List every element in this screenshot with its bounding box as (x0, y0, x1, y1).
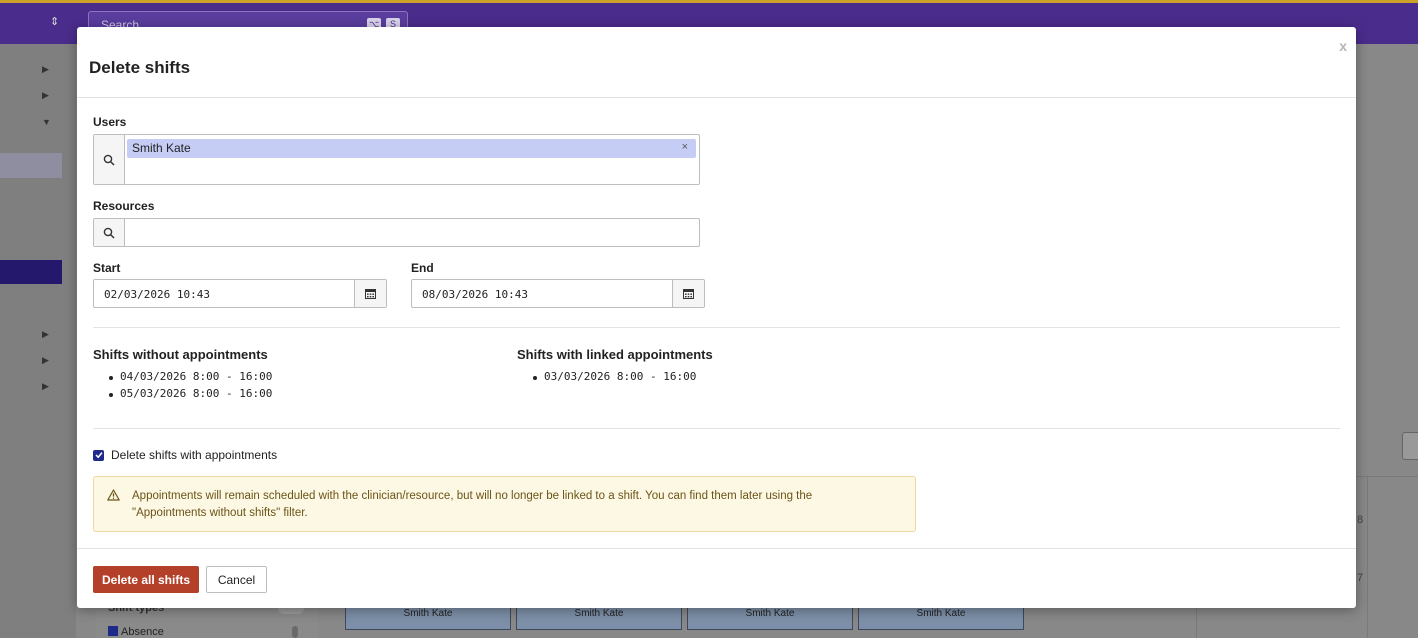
start-label: Start (93, 261, 121, 275)
resources-search-addon (94, 219, 125, 246)
with-appointments-list: 03/03/2026 8:00 - 16:00 (528, 370, 696, 387)
calendar-nav-button[interactable] (1402, 432, 1418, 460)
search-icon (103, 227, 115, 239)
delete-with-appointments-checkbox[interactable] (93, 449, 104, 461)
expand-arrow-icon[interactable]: ▶ (42, 64, 49, 75)
warning-message: Appointments will remain scheduled with … (132, 488, 892, 522)
users-label: Users (93, 115, 127, 129)
end-calendar-button[interactable] (672, 280, 704, 307)
app-sidebar: ▶ ▶ ▼ ▶ ▶ ▶ (0, 44, 76, 638)
checkbox-icon[interactable] (108, 626, 118, 636)
start-date-input[interactable]: 02/03/2026 10:43 (93, 279, 387, 308)
dialog-header: Delete shifts x (77, 27, 1356, 98)
expand-arrow-icon[interactable]: ▶ (42, 381, 49, 392)
with-appointments-heading: Shifts with linked appointments (517, 347, 713, 362)
warning-line-1: Appointments will remain scheduled with … (132, 490, 813, 502)
users-search-addon (94, 135, 125, 184)
resources-field[interactable] (93, 218, 700, 247)
workspace-switcher-icon[interactable]: ⇕ (50, 15, 59, 28)
absence-filter[interactable]: Absence (108, 626, 164, 638)
delete-shifts-dialog: Delete shifts x Users Smith Kate × Resou… (77, 27, 1356, 608)
check-icon (94, 452, 103, 459)
warning-line-2: "Appointments without shifts" filter. (132, 507, 308, 519)
warning-icon (107, 489, 120, 501)
resources-label: Resources (93, 199, 155, 213)
start-date-value: 02/03/2026 10:43 (104, 288, 210, 301)
warning-alert: Appointments will remain scheduled with … (93, 476, 916, 532)
day-number: 7 (1357, 572, 1364, 584)
end-label: End (411, 261, 434, 275)
dialog-footer: Delete all shifts Cancel (77, 548, 1356, 608)
calendar-icon (365, 289, 376, 299)
list-item: 04/03/2026 8:00 - 16:00 (104, 370, 272, 387)
absence-label: Absence (121, 626, 164, 638)
users-field[interactable]: Smith Kate × (93, 134, 700, 185)
dialog-title: Delete shifts (89, 58, 191, 77)
delete-with-appointments-option[interactable]: Delete shifts with appointments (93, 448, 277, 462)
divider (93, 327, 1340, 328)
cancel-button[interactable]: Cancel (206, 566, 267, 593)
delete-all-shifts-button[interactable]: Delete all shifts (93, 566, 199, 593)
delete-with-appointments-label: Delete shifts with appointments (111, 448, 278, 462)
collapse-arrow-icon[interactable]: ▼ (42, 117, 51, 127)
divider (93, 428, 1340, 429)
start-calendar-button[interactable] (354, 280, 386, 307)
day-number: 8 (1357, 514, 1364, 526)
expand-arrow-icon[interactable]: ▶ (42, 90, 49, 101)
end-date-value: 08/03/2026 10:43 (422, 288, 528, 301)
grid-divider (1367, 476, 1368, 638)
user-tag-label: Smith Kate (132, 141, 191, 155)
expand-arrow-icon[interactable]: ▶ (42, 329, 49, 340)
user-tag: Smith Kate × (127, 139, 696, 158)
search-icon (103, 154, 115, 166)
remove-tag-icon[interactable]: × (682, 141, 688, 153)
without-appointments-heading: Shifts without appointments (93, 347, 268, 362)
sidebar-selected-group[interactable] (0, 153, 62, 178)
expand-arrow-icon[interactable]: ▶ (42, 355, 49, 366)
list-item: 05/03/2026 8:00 - 16:00 (104, 387, 272, 404)
close-icon[interactable]: x (1339, 38, 1347, 54)
list-item: 03/03/2026 8:00 - 16:00 (528, 370, 696, 387)
calendar-icon (683, 289, 694, 299)
panel-scrollbar[interactable] (292, 626, 298, 638)
end-date-input[interactable]: 08/03/2026 10:43 (411, 279, 705, 308)
sidebar-active-item[interactable] (0, 260, 62, 284)
without-appointments-list: 04/03/2026 8:00 - 16:00 05/03/2026 8:00 … (104, 370, 272, 404)
